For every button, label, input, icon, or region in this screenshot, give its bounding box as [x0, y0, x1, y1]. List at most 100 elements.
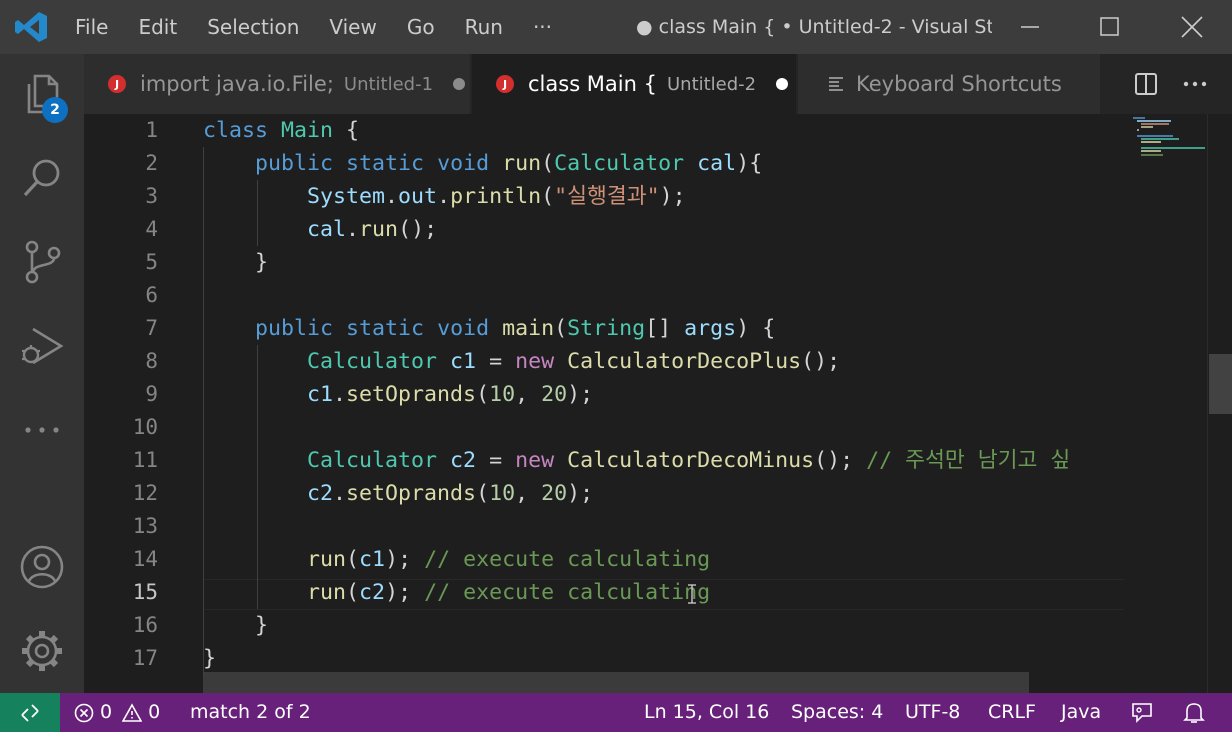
- menu-run[interactable]: Run: [450, 0, 518, 54]
- line-number: 4: [145, 217, 158, 241]
- maximize-button[interactable]: [1070, 0, 1150, 54]
- code-text: Calculator c1 = new CalculatorDecoPlus()…: [307, 349, 841, 374]
- minimize-button[interactable]: [990, 0, 1070, 54]
- menu-selection[interactable]: Selection: [192, 0, 314, 54]
- tab-description: Untitled-2: [666, 73, 757, 95]
- close-window-button[interactable]: [1152, 0, 1232, 54]
- code-text: }: [203, 613, 269, 638]
- code-line: 14 run(c1); // execute calculating: [84, 543, 1124, 576]
- warning-icon: [122, 702, 143, 722]
- menu-file[interactable]: File: [60, 0, 123, 54]
- text-cursor-icon: [688, 584, 696, 604]
- code-line: 9 c1.setOprands(10, 20);: [84, 378, 1124, 411]
- code-text: c1.setOprands(10, 20);: [307, 382, 594, 407]
- code-line: 16 }: [84, 609, 1124, 642]
- code-text: public static void main(String[] args) {: [255, 316, 776, 341]
- account-icon: [20, 545, 64, 589]
- java-file-icon: J: [496, 75, 514, 93]
- window-title: ● class Main { • Untitled-2 - Visual St.…: [636, 16, 992, 38]
- manage-button[interactable]: [16, 625, 68, 677]
- code-editor[interactable]: 1 class Main { 2 public static void run(…: [84, 114, 1232, 693]
- problems-indicator[interactable]: 0 0: [74, 693, 160, 732]
- indentation-setting[interactable]: Spaces: 4: [791, 693, 883, 732]
- code-text: Calculator c2 = new CalculatorDecoMinus(…: [307, 448, 1071, 473]
- unsaved-dot-icon[interactable]: [776, 78, 789, 90]
- title-bar: File Edit Selection View Go Run ··· ● cl…: [0, 0, 1232, 54]
- line-number: 2: [145, 151, 158, 175]
- code-line: 12 c2.setOprands(10, 20);: [84, 477, 1124, 510]
- line-number: 8: [145, 349, 158, 373]
- search-icon: [23, 159, 60, 197]
- tab-label: import java.io.File;: [140, 72, 334, 96]
- explorer-badge: 2: [42, 97, 68, 123]
- line-number: 13: [132, 514, 158, 538]
- accounts-button[interactable]: [16, 541, 68, 593]
- line-number: 16: [132, 613, 158, 637]
- notifications-bell-icon[interactable]: [1183, 701, 1205, 725]
- code-line: 10: [84, 411, 1124, 444]
- tab-label: class Main {: [528, 72, 657, 96]
- code-text: class Main {: [203, 118, 360, 143]
- remote-indicator-button[interactable]: [0, 693, 60, 732]
- language-mode[interactable]: Java: [1061, 693, 1101, 732]
- maximize-icon: [1100, 17, 1119, 36]
- gear-icon: [22, 631, 62, 671]
- feedback-icon[interactable]: [1130, 701, 1154, 725]
- cursor-position[interactable]: Ln 15, Col 16: [644, 693, 769, 732]
- menu-view[interactable]: View: [314, 0, 391, 54]
- code-line: 4 cal.run();: [84, 213, 1124, 246]
- code-text: }: [203, 250, 269, 275]
- search-button[interactable]: [16, 152, 68, 204]
- menu-go[interactable]: Go: [392, 0, 450, 54]
- line-number: 15: [132, 580, 158, 604]
- code-text: public static void run(Calculator cal){: [255, 151, 763, 176]
- tab-keyboard-shortcuts[interactable]: Keyboard Shortcuts: [798, 54, 1100, 114]
- line-number: 5: [145, 250, 158, 274]
- horizontal-scrollbar-thumb[interactable]: [203, 672, 1029, 693]
- code-text: run(c2); // execute calculating: [307, 580, 711, 605]
- line-number: 11: [132, 448, 158, 472]
- line-number: 3: [145, 184, 158, 208]
- unsaved-dot-icon[interactable]: [453, 78, 466, 90]
- more-views-button[interactable]: [16, 404, 68, 456]
- search-match-status[interactable]: match 2 of 2: [190, 693, 311, 732]
- code-line-current: 15 run(c2); // execute calculating: [84, 576, 1124, 609]
- menu-edit[interactable]: Edit: [123, 0, 192, 54]
- code-text: c2.setOprands(10, 20);: [307, 481, 594, 506]
- run-debug-button[interactable]: [16, 320, 68, 372]
- tab-untitled-1[interactable]: J import java.io.File; Untitled-1: [84, 54, 470, 114]
- split-editor-icon[interactable]: [1134, 72, 1158, 96]
- vscode-logo-icon: [15, 12, 47, 42]
- code-line: 3 System.out.println("실행결과");: [84, 180, 1124, 213]
- code-line: 5 }: [84, 246, 1124, 279]
- line-number: 6: [145, 283, 158, 307]
- source-control-icon: [25, 240, 61, 284]
- code-text: }: [203, 646, 217, 671]
- tab-label: Keyboard Shortcuts: [856, 72, 1062, 96]
- menu-more[interactable]: ···: [518, 0, 567, 54]
- code-text: run(c1); // execute calculating: [307, 547, 711, 572]
- code-line: 13: [84, 510, 1124, 543]
- encoding-setting[interactable]: UTF-8: [905, 693, 960, 732]
- code-line: 7 public static void main(String[] args)…: [84, 312, 1124, 345]
- code-line: 1 class Main {: [84, 114, 1124, 147]
- line-number: 1: [145, 118, 158, 142]
- minimize-icon: [1021, 26, 1039, 28]
- warning-count: 0: [148, 701, 161, 723]
- eol-setting[interactable]: CRLF: [988, 693, 1036, 732]
- java-file-icon: J: [108, 75, 126, 93]
- menu-bar: File Edit Selection View Go Run ···: [60, 0, 567, 54]
- line-number: 17: [132, 646, 158, 670]
- more-actions-icon[interactable]: [1182, 80, 1208, 88]
- more-icon: [25, 427, 59, 433]
- code-text: System.out.println("실행결과");: [307, 184, 686, 209]
- minimap-preview: [1133, 117, 1205, 156]
- source-control-button[interactable]: [16, 236, 68, 288]
- line-number: 7: [145, 316, 158, 340]
- minimap[interactable]: [1125, 114, 1207, 693]
- code-line: 17 }: [84, 642, 1124, 675]
- vertical-scrollbar-thumb[interactable]: [1209, 354, 1232, 414]
- error-icon: [74, 703, 94, 722]
- code-text: cal.run();: [307, 217, 438, 242]
- tab-untitled-2[interactable]: J class Main { Untitled-2: [472, 54, 796, 114]
